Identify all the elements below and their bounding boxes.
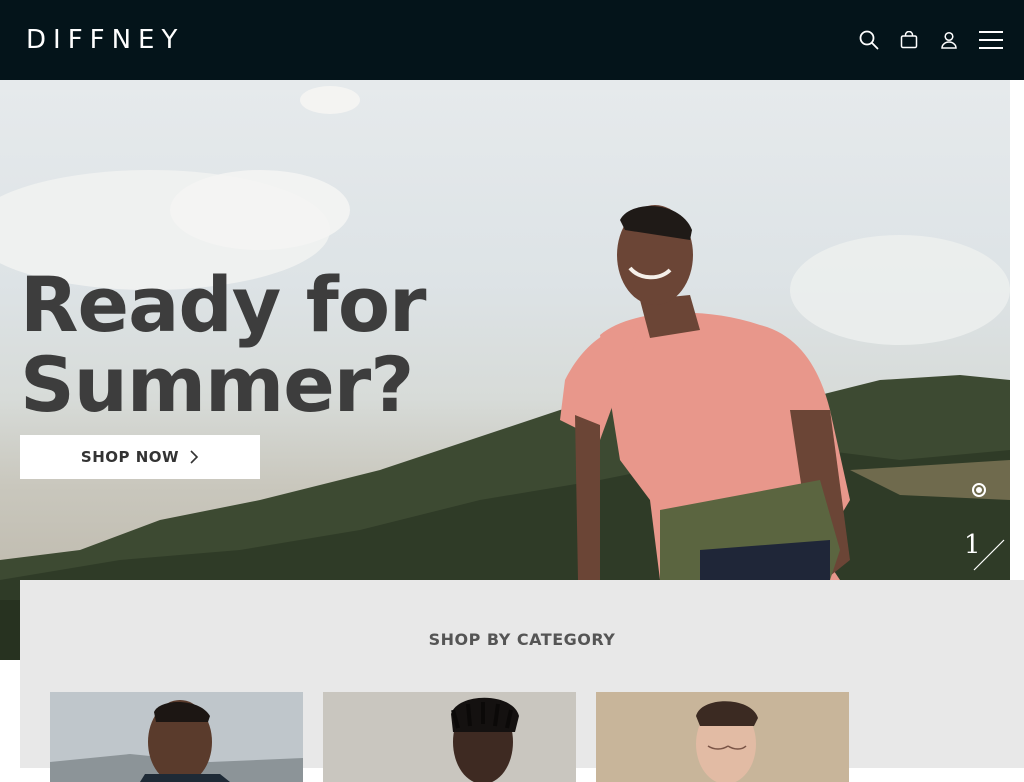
shop-now-label: SHOP NOW: [80, 448, 180, 466]
slide-divider-line: [973, 539, 1005, 571]
slide-indicator-dot[interactable]: [972, 483, 986, 497]
category-card-1[interactable]: [50, 692, 303, 782]
hero-title: Ready for Summer?: [20, 260, 427, 429]
bag-icon[interactable]: [898, 29, 920, 51]
search-icon[interactable]: [858, 29, 880, 51]
site-header: DIFFNEY: [0, 0, 1024, 80]
hero-banner: Ready for Summer? SHOP NOW 1: [0, 80, 1010, 660]
header-icons: [858, 29, 1004, 51]
menu-icon[interactable]: [978, 29, 1004, 51]
chevron-right-icon: [190, 450, 199, 464]
category-card-3[interactable]: [596, 692, 849, 782]
site-logo[interactable]: DIFFNEY: [26, 25, 184, 55]
category-card-2[interactable]: [323, 692, 576, 782]
shop-now-button[interactable]: SHOP NOW: [20, 435, 260, 479]
user-icon[interactable]: [938, 29, 960, 51]
category-title: SHOP BY CATEGORY: [428, 630, 616, 649]
shop-by-category-section: SHOP BY CATEGORY: [20, 580, 1024, 782]
